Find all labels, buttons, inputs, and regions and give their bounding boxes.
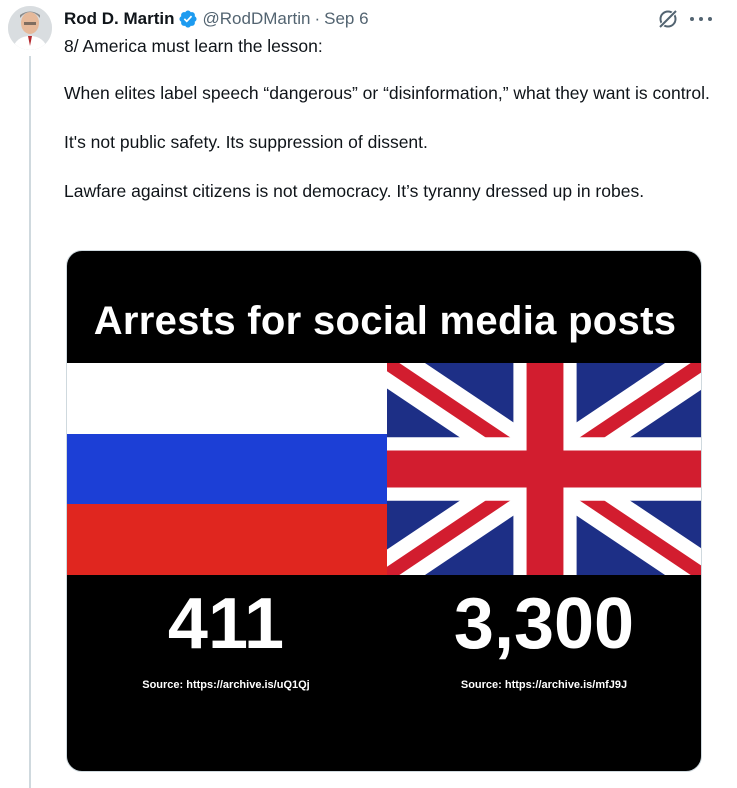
tweet-header: Rod D. Martin @RodDMartin · Sep 6 [64,6,369,32]
more-dot [690,17,694,21]
verified-badge-icon [178,9,198,29]
media-title: Arrests for social media posts [93,299,677,343]
uk-source: Source: https://archive.is/mfJ9J [460,679,628,691]
more-dot [708,17,712,21]
author-name[interactable]: Rod D. Martin [64,9,175,29]
tweet-paragraph: Lawfare against citizens is not democrac… [64,181,645,201]
grok-icon[interactable] [657,8,679,30]
more-dot [699,17,703,21]
more-icon[interactable] [690,8,712,30]
russia-flag-blue-band [67,433,387,505]
tweet-paragraph: It's not public safety. Its suppression … [64,132,428,152]
russia-flag-red-band [67,504,387,576]
avatar-image [8,6,52,50]
header-separator: · [314,9,321,28]
avatar[interactable] [8,6,52,50]
thread-line [29,56,31,788]
russia-flag-white-band [67,363,387,434]
russia-source: Source: https://archive.is/uQ1Qj [142,679,310,691]
tweet-paragraph: When elites label speech “dangerous” or … [64,83,710,103]
russia-flag [67,363,387,576]
russia-arrest-count: 411 [167,584,285,664]
tweet-text: 8/ America must learn the lesson: When e… [64,34,714,228]
tweet-paragraph: 8/ America must learn the lesson: [64,36,323,56]
uk-flag [375,345,701,593]
tweet-date[interactable]: Sep 6 [324,9,368,29]
tweet-media-image[interactable]: Arrests for social media posts 411 3,300… [66,250,702,772]
author-handle[interactable]: @RodDMartin [203,9,311,29]
uk-arrest-count: 3,300 [453,584,635,664]
